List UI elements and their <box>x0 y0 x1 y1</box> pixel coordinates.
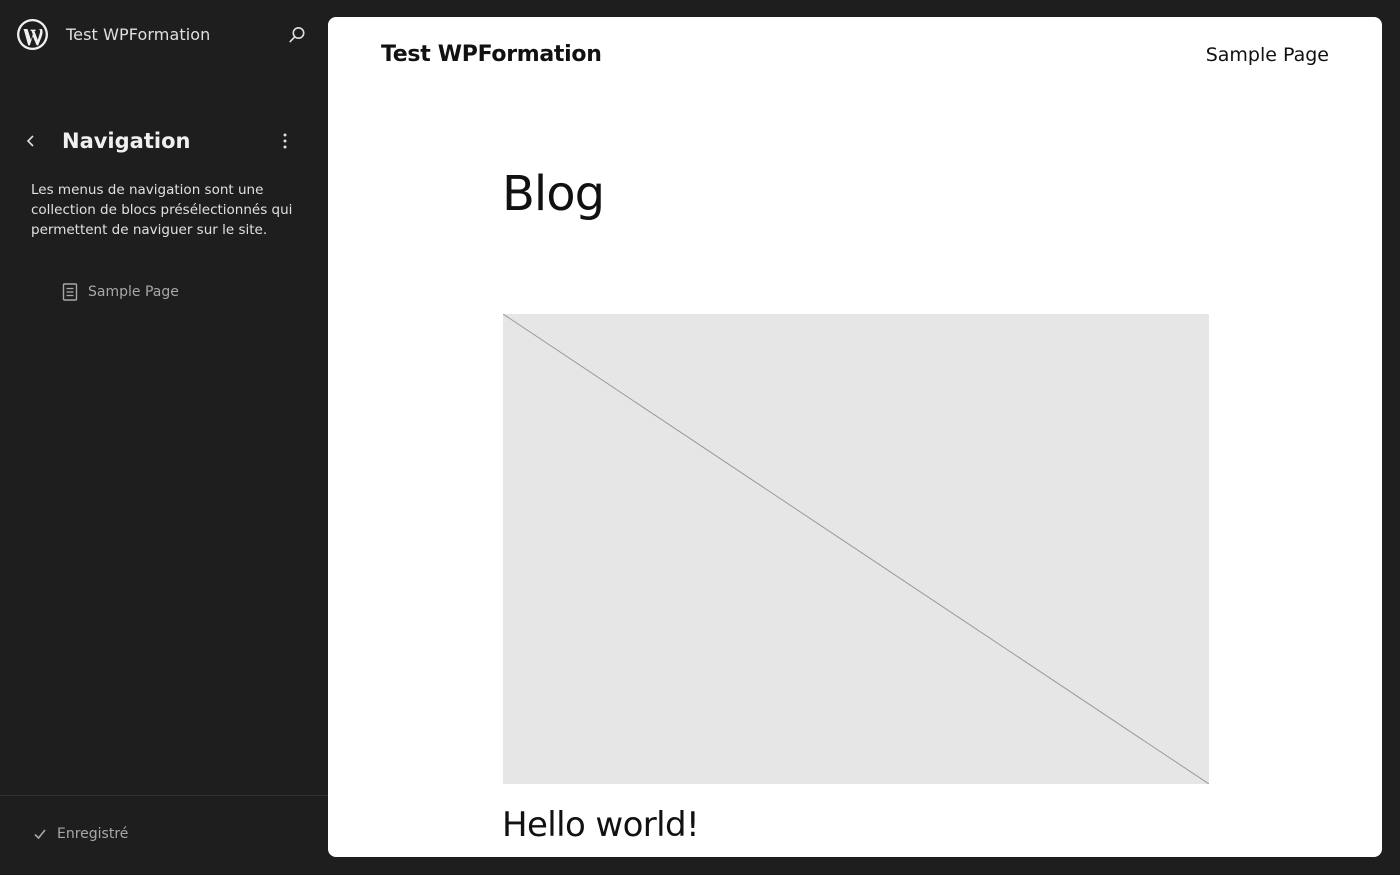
editor-canvas-preview[interactable]: Test WPFormation Sample Page Blog Hello … <box>328 17 1382 857</box>
wordpress-logo-icon[interactable] <box>16 18 49 51</box>
chevron-left-icon <box>26 135 34 147</box>
check-icon <box>32 826 48 842</box>
navigation-panel-header: Navigation <box>0 120 328 164</box>
placeholder-diagonal-line <box>503 314 1209 784</box>
page-title: Blog <box>502 166 605 222</box>
post-title[interactable]: Hello world! <box>502 805 700 845</box>
search-icon <box>289 27 305 43</box>
featured-image-placeholder[interactable] <box>503 314 1209 784</box>
back-button[interactable] <box>18 128 44 154</box>
more-vertical-icon <box>283 133 287 149</box>
canvas-nav-link-sample-page[interactable]: Sample Page <box>1206 42 1329 68</box>
sidebar-header: Test WPFormation <box>0 0 328 70</box>
navigation-description: Les menus de navigation sont une collect… <box>31 182 293 238</box>
save-status: Enregistré <box>32 826 128 842</box>
site-title[interactable]: Test WPFormation <box>66 25 210 45</box>
navigation-item-label: Sample Page <box>88 284 179 300</box>
search-button[interactable] <box>284 22 310 48</box>
sidebar-footer: Enregistré <box>0 795 328 875</box>
page-icon <box>62 283 78 301</box>
site-editor-sidebar: Test WPFormation Navigation Les menus de… <box>0 0 328 875</box>
more-options-button[interactable] <box>272 128 298 154</box>
navigation-item-sample-page[interactable]: Sample Page <box>48 276 288 308</box>
save-status-label: Enregistré <box>57 826 129 842</box>
navigation-title: Navigation <box>62 129 191 153</box>
canvas-site-title[interactable]: Test WPFormation <box>381 41 602 69</box>
